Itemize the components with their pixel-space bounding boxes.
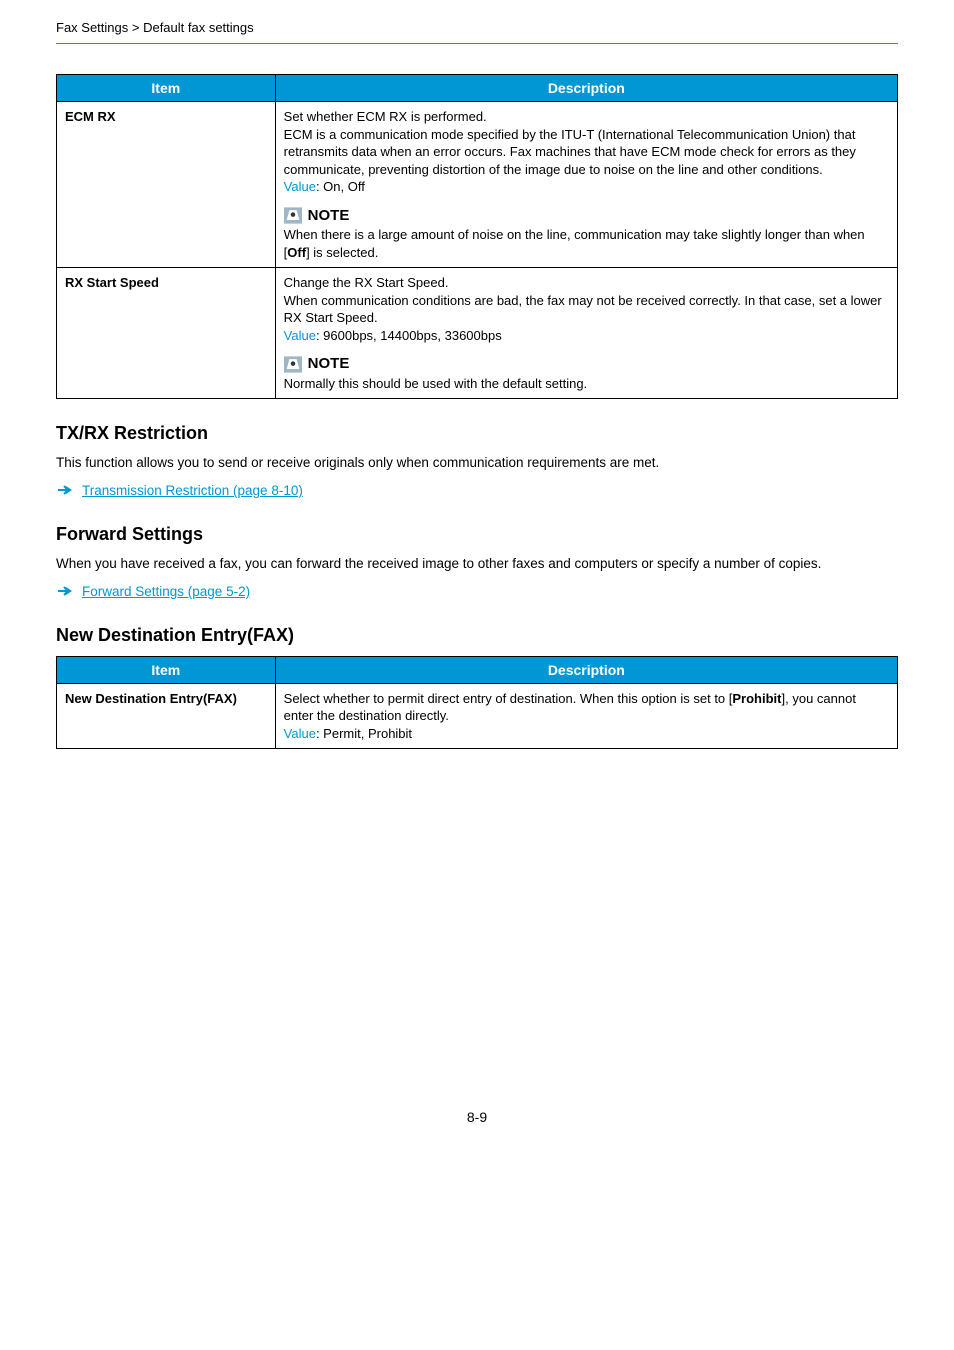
note-icon [284,207,302,224]
value-label: Value [284,328,316,343]
note-icon [284,356,302,373]
note-text-post: ] is selected. [306,245,378,260]
note-heading: NOTE [284,354,889,374]
settings-table-2: Item Description New Destination Entry(F… [56,656,898,750]
value-line: Value: On, Off [284,178,889,196]
table-row: RX Start Speed Change the RX Start Speed… [57,268,898,399]
xref-link-forward[interactable]: Forward Settings (page 5-2) [82,584,250,599]
xref-row: Transmission Restriction (page 8-10) [58,483,898,498]
table2-header-item: Item [57,656,276,683]
xref-link-transmission[interactable]: Transmission Restriction (page 8-10) [82,483,303,498]
note-label: NOTE [308,206,350,226]
value-text: : On, Off [316,179,365,194]
table-row: ECM RX Set whether ECM RX is performed. … [57,102,898,268]
xref-row: Forward Settings (page 5-2) [58,584,898,599]
settings-table-1: Item Description ECM RX Set whether ECM … [56,74,898,399]
value-text: : 9600bps, 14400bps, 33600bps [316,328,502,343]
header-divider [56,43,898,44]
arrow-right-icon [58,585,72,597]
section-heading-txrx: TX/RX Restriction [56,423,898,444]
table1-row1-item: RX Start Speed [57,268,276,399]
arrow-right-icon [58,484,72,496]
table2-row0-item: New Destination Entry(FAX) [57,683,276,749]
note-heading: NOTE [284,206,889,226]
desc-line: When communication conditions are bad, t… [284,292,889,327]
value-label: Value [284,179,316,194]
note-label: NOTE [308,354,350,374]
breadcrumb: Fax Settings > Default fax settings [56,0,898,43]
desc-line: ECM is a communication mode specified by… [284,126,889,179]
section-body: When you have received a fax, you can fo… [56,555,898,574]
table1-row0-item: ECM RX [57,102,276,268]
section-heading-newdest: New Destination Entry(FAX) [56,625,898,646]
desc-line: Change the RX Start Speed. [284,274,889,292]
value-line: Value: Permit, Prohibit [284,725,889,743]
table1-row1-desc: Change the RX Start Speed. When communic… [275,268,897,399]
section-heading-forward: Forward Settings [56,524,898,545]
desc-line: Set whether ECM RX is performed. [284,108,889,126]
desc-bold: Prohibit [732,691,781,706]
section-body: This function allows you to send or rece… [56,454,898,473]
value-text: : Permit, Prohibit [316,726,412,741]
note-text: When there is a large amount of noise on… [284,226,889,261]
table2-header-desc: Description [275,656,897,683]
page-number: 8-9 [56,1109,898,1155]
desc-line: Select whether to permit direct entry of… [284,690,889,725]
table1-header-item: Item [57,75,276,102]
table-row: New Destination Entry(FAX) Select whethe… [57,683,898,749]
table1-header-desc: Description [275,75,897,102]
value-label: Value [284,726,316,741]
table2-row0-desc: Select whether to permit direct entry of… [275,683,897,749]
table1-row0-desc: Set whether ECM RX is performed. ECM is … [275,102,897,268]
value-line: Value: 9600bps, 14400bps, 33600bps [284,327,889,345]
note-text: Normally this should be used with the de… [284,375,889,393]
desc-pre: Select whether to permit direct entry of… [284,691,733,706]
note-text-bold: Off [287,245,306,260]
